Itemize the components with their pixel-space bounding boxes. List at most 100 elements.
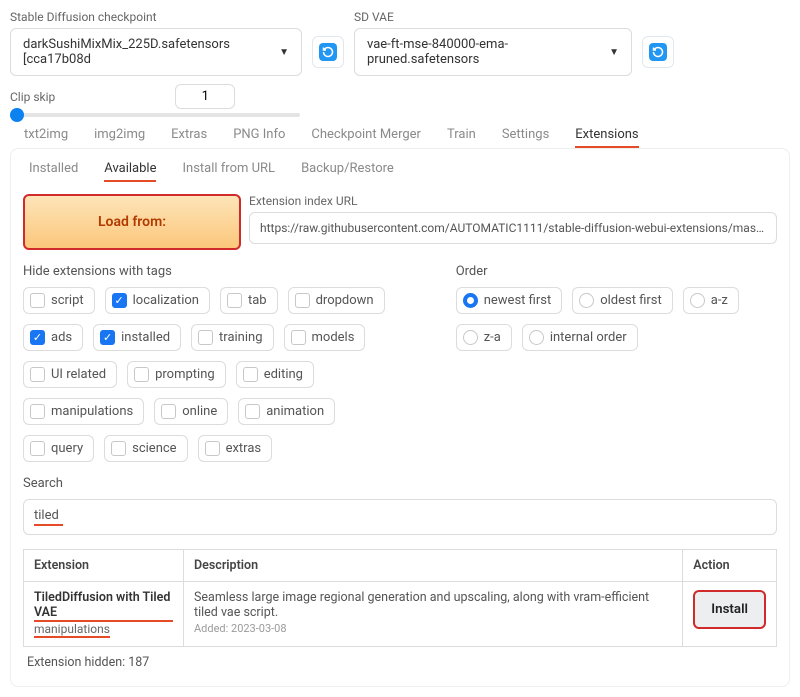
chip-label: training xyxy=(219,330,262,345)
install-button[interactable]: Install xyxy=(693,590,766,629)
col-action: Action xyxy=(683,550,777,582)
hide-tag-UI-related[interactable]: UI related xyxy=(23,361,117,388)
subtab-backup-restore[interactable]: Backup/Restore xyxy=(301,161,394,182)
checkbox-icon xyxy=(227,293,242,308)
chip-label: extras xyxy=(226,441,262,456)
order-a-z[interactable]: a-z xyxy=(683,287,739,314)
order-label: Order xyxy=(456,264,777,279)
radio-icon xyxy=(463,293,478,308)
col-description: Description xyxy=(184,550,683,582)
checkpoint-label: Stable Diffusion checkpoint xyxy=(10,10,344,24)
checkbox-icon xyxy=(245,404,260,419)
chip-label: tab xyxy=(248,293,267,308)
chip-label: science xyxy=(132,441,176,456)
extensions-table: ExtensionDescriptionAction TiledDiffusio… xyxy=(23,549,777,647)
clip-skip-label: Clip skip xyxy=(10,90,55,104)
extension-description: Seamless large image regional generation… xyxy=(194,590,672,620)
chip-label: editing xyxy=(264,367,303,382)
chip-label: UI related xyxy=(51,367,106,382)
checkbox-icon xyxy=(30,367,45,382)
checkpoint-select[interactable]: darkSushiMixMix_225D.safetensors [cca17b… xyxy=(10,28,302,76)
checkbox-icon xyxy=(111,441,126,456)
hide-tag-science[interactable]: science xyxy=(104,435,187,462)
slider-thumb[interactable] xyxy=(10,108,24,122)
chip-label: installed xyxy=(121,330,170,345)
hide-tag-ads[interactable]: ✓ads xyxy=(23,324,83,351)
checkbox-icon xyxy=(295,293,310,308)
clip-skip-input[interactable] xyxy=(175,84,235,109)
chip-label: online xyxy=(182,404,217,419)
chip-label: localization xyxy=(133,293,199,308)
chip-label: newest first xyxy=(484,293,552,308)
checkbox-icon: ✓ xyxy=(112,293,127,308)
vae-refresh-button[interactable] xyxy=(642,36,674,68)
checkpoint-refresh-button[interactable] xyxy=(312,36,344,68)
vae-label: SD VAE xyxy=(354,10,674,24)
hide-tag-online[interactable]: online xyxy=(154,398,228,425)
checkbox-icon xyxy=(198,330,213,345)
radio-icon xyxy=(690,293,705,308)
hide-tags-label: Hide extensions with tags xyxy=(23,264,416,279)
hide-tag-tab[interactable]: tab xyxy=(220,287,278,314)
checkbox-icon xyxy=(243,367,258,382)
checkpoint-value: darkSushiMixMix_225D.safetensors [cca17b… xyxy=(23,37,271,67)
search-label: Search xyxy=(23,476,777,491)
extension-added: Added: 2023-03-08 xyxy=(194,622,672,635)
hide-tag-models[interactable]: models xyxy=(284,324,366,351)
checkbox-icon xyxy=(30,293,45,308)
search-input[interactable]: tiled xyxy=(23,499,777,535)
subtab-available[interactable]: Available xyxy=(104,161,156,182)
chip-label: a-z xyxy=(711,293,728,308)
chip-label: z-a xyxy=(484,330,501,345)
tab-txt2img[interactable]: txt2img xyxy=(24,127,68,148)
hide-tag-extras[interactable]: extras xyxy=(198,435,273,462)
hide-tag-localization[interactable]: ✓ localization xyxy=(105,287,210,314)
table-row: TiledDiffusion with Tiled VAEmanipulatio… xyxy=(24,582,777,647)
hide-tag-editing[interactable]: editing xyxy=(236,361,314,388)
chevron-down-icon: ▼ xyxy=(609,47,619,58)
hide-tag-prompting[interactable]: prompting xyxy=(127,361,226,388)
chip-label: prompting xyxy=(155,367,215,382)
chip-label: manipulations xyxy=(51,404,133,419)
tab-png-info[interactable]: PNG Info xyxy=(233,127,285,148)
hide-tag-script[interactable]: script xyxy=(23,287,95,314)
order-oldest-first[interactable]: oldest first xyxy=(572,287,673,314)
hide-tag-training[interactable]: training xyxy=(191,324,273,351)
chevron-down-icon: ▼ xyxy=(279,47,289,58)
hide-tag-manipulations[interactable]: manipulations xyxy=(23,398,144,425)
refresh-icon xyxy=(319,43,337,61)
chip-label: script xyxy=(51,293,84,308)
radio-icon xyxy=(463,330,478,345)
vae-select[interactable]: vae-ft-mse-840000-ema-pruned.safetensors… xyxy=(354,28,632,76)
subtab-install-from-url[interactable]: Install from URL xyxy=(182,161,275,182)
tab-train[interactable]: Train xyxy=(447,127,476,148)
hide-tag-installed[interactable]: ✓ installed xyxy=(93,324,181,351)
index-url-input[interactable] xyxy=(249,212,777,244)
search-value: tiled xyxy=(34,508,63,526)
hide-tag-query[interactable]: query xyxy=(23,435,94,462)
checkbox-icon xyxy=(161,404,176,419)
clip-skip-slider[interactable] xyxy=(10,113,300,117)
tab-settings[interactable]: Settings xyxy=(502,127,549,148)
checkbox-icon xyxy=(134,367,149,382)
tab-checkpoint-merger[interactable]: Checkpoint Merger xyxy=(311,127,421,148)
chip-label: dropdown xyxy=(316,293,374,308)
checkbox-icon: ✓ xyxy=(100,330,115,345)
checkbox-icon xyxy=(205,441,220,456)
extension-name: TiledDiffusion with Tiled VAEmanipulatio… xyxy=(34,590,173,638)
radio-icon xyxy=(529,330,544,345)
hide-tag-dropdown[interactable]: dropdown xyxy=(288,287,385,314)
checkbox-icon xyxy=(291,330,306,345)
hide-tag-animation[interactable]: animation xyxy=(238,398,335,425)
tab-img2img[interactable]: img2img xyxy=(94,127,145,148)
hidden-count: Extension hidden: 187 xyxy=(23,655,777,670)
order-z-a[interactable]: z-a xyxy=(456,324,512,351)
subtab-installed[interactable]: Installed xyxy=(29,161,78,182)
chip-label: ads xyxy=(51,330,72,345)
chip-label: internal order xyxy=(550,330,627,345)
order-newest-first[interactable]: newest first xyxy=(456,287,563,314)
tab-extensions[interactable]: Extensions xyxy=(575,127,638,148)
order-internal-order[interactable]: internal order xyxy=(522,324,638,351)
load-from-button[interactable]: Load from: xyxy=(23,194,241,250)
tab-extras[interactable]: Extras xyxy=(171,127,207,148)
